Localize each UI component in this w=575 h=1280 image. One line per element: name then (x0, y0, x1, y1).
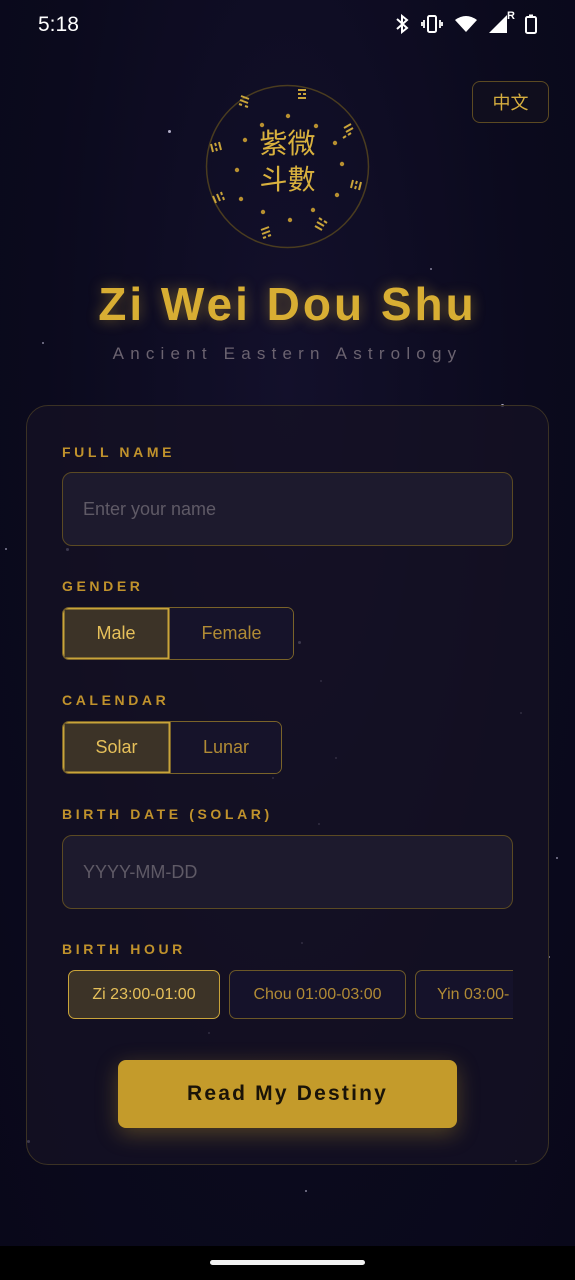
gender-label: GENDER (62, 578, 144, 594)
app-screen: 5:18 R 中文 紫微 斗數 Zi Wei Dou Shu Ancient E… (0, 0, 575, 1280)
birth-date-placeholder: YYYY-MM-DD (83, 861, 198, 882)
app-subtitle: Ancient Eastern Astrology (112, 344, 463, 363)
birth-hour-label: BIRTH HOUR (62, 941, 186, 957)
birth-hour-scroller[interactable]: Zi 23:00-01:00 Chou 01:00-03:00 Yin 03:0… (62, 969, 513, 1021)
battery-icon (525, 14, 537, 34)
calendar-selector: Solar Lunar (62, 721, 282, 774)
wifi-icon (455, 15, 477, 33)
full-name-input[interactable]: Enter your name (62, 472, 513, 546)
roaming-label: R (507, 10, 515, 22)
status-time: 5:18 (38, 13, 79, 36)
bluetooth-icon (395, 14, 409, 34)
full-name-placeholder: Enter your name (83, 498, 217, 519)
navigation-bar (0, 1246, 575, 1280)
emblem-text: 紫微 斗數 (205, 126, 370, 198)
read-my-destiny-button[interactable]: Read My Destiny (118, 1060, 457, 1128)
gender-option-female[interactable]: Female (169, 608, 293, 659)
hour-option-zi[interactable]: Zi 23:00-01:00 (68, 970, 220, 1019)
app-title: Zi Wei Dou Shu (98, 278, 477, 330)
calendar-option-lunar[interactable]: Lunar (170, 722, 281, 773)
hour-option-yin[interactable]: Yin 03:00- (415, 970, 513, 1019)
emblem-line-1: 紫微 (259, 127, 316, 160)
home-gesture-handle[interactable] (210, 1260, 365, 1265)
zwds-emblem: 紫微 斗數 (205, 84, 370, 249)
vibrate-icon (421, 14, 443, 34)
status-icons: R (395, 10, 537, 34)
status-bar: 5:18 R (0, 0, 575, 50)
birth-date-label: BIRTH DATE (SOLAR) (62, 806, 273, 822)
full-name-label: FULL NAME (62, 444, 176, 460)
emblem-line-2: 斗數 (259, 163, 316, 196)
calendar-label: CALENDAR (62, 692, 170, 708)
birth-date-input[interactable]: YYYY-MM-DD (62, 835, 513, 909)
hour-option-chou[interactable]: Chou 01:00-03:00 (229, 970, 406, 1019)
gender-option-male[interactable]: Male (63, 608, 169, 659)
language-toggle-button[interactable]: 中文 (472, 81, 549, 123)
signal-icon: R (489, 10, 515, 34)
calendar-option-solar[interactable]: Solar (63, 722, 170, 773)
gender-selector: Male Female (62, 607, 294, 660)
